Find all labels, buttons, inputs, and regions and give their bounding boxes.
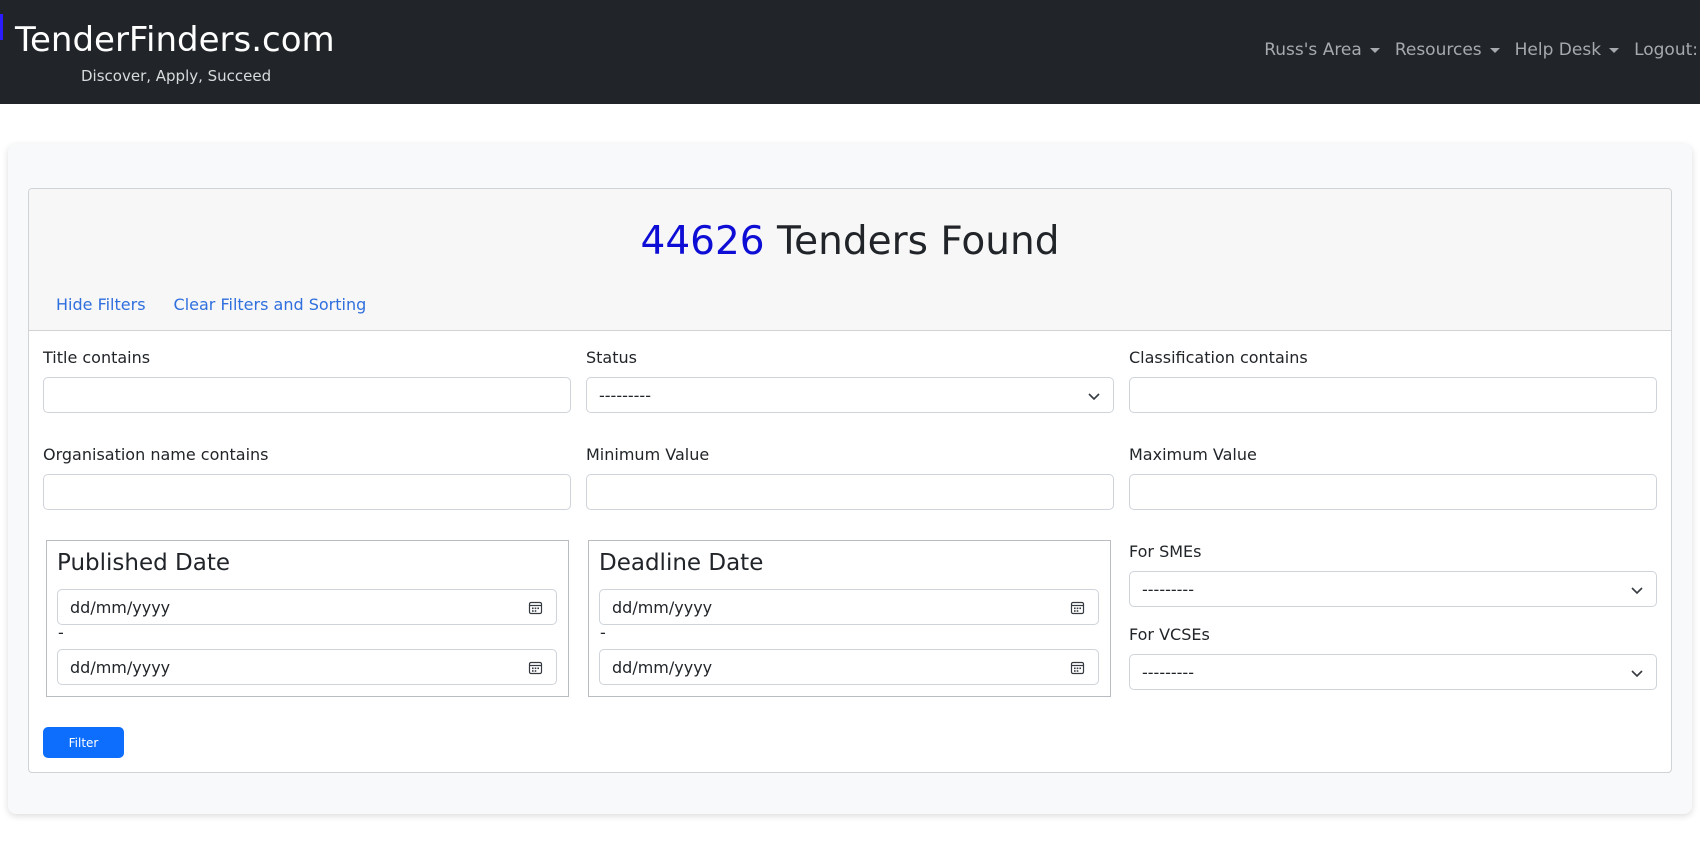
classification-contains-field: Classification contains (1129, 348, 1657, 413)
calendar-icon (528, 601, 543, 615)
nav-item-help-desk[interactable]: Help Desk (1514, 40, 1620, 60)
nav-item-russs-area[interactable]: Russ's Area (1264, 40, 1380, 60)
for-vcses-field: For VCSEs --------- (1129, 625, 1657, 690)
for-vcses-label: For VCSEs (1129, 625, 1210, 644)
caret-down-icon (1369, 47, 1380, 53)
status-label: Status (586, 348, 637, 367)
calendar-icon (1070, 661, 1085, 675)
for-smes-select[interactable]: --------- (1129, 571, 1657, 607)
published-date-to-input[interactable]: dd/mm/yyyy (57, 649, 557, 685)
for-smes-label: For SMEs (1129, 542, 1202, 561)
deadline-date-legend: Deadline Date (599, 550, 764, 576)
date-range-separator: - (58, 623, 64, 642)
minimum-value-label: Minimum Value (586, 445, 710, 464)
header-links: Hide Filters Clear Filters and Sorting (56, 295, 394, 314)
status-select[interactable]: --------- (586, 377, 1114, 413)
navbar-accent-mark (0, 14, 3, 40)
chevron-down-icon (1088, 393, 1100, 401)
top-navbar: TenderFinders.com Discover, Apply, Succe… (0, 0, 1700, 104)
results-heading: 44626 Tenders Found (29, 219, 1671, 264)
status-selected-value: --------- (599, 385, 651, 405)
deadline-date-to-input[interactable]: dd/mm/yyyy (599, 649, 1099, 685)
published-date-legend: Published Date (57, 550, 231, 576)
for-smes-selected-value: --------- (1142, 579, 1194, 599)
deadline-date-from-input[interactable]: dd/mm/yyyy (599, 589, 1099, 625)
nav-menu: Russ's Area Resources Help Desk Logout: (1249, 40, 1698, 60)
results-count: 44626 (640, 219, 765, 264)
title-contains-label: Title contains (43, 348, 151, 367)
for-vcses-select[interactable]: --------- (1129, 654, 1657, 690)
classification-contains-label: Classification contains (1129, 348, 1308, 367)
nav-item-label: Russ's Area (1264, 40, 1362, 60)
nav-item-label: Help Desk (1514, 40, 1602, 60)
title-contains-field: Title contains (43, 348, 571, 413)
hide-filters-link[interactable]: Hide Filters (56, 295, 146, 314)
clear-filters-link[interactable]: Clear Filters and Sorting (174, 295, 367, 314)
date-placeholder: dd/mm/yyyy (612, 657, 713, 677)
published-date-from-input[interactable]: dd/mm/yyyy (57, 589, 557, 625)
minimum-value-input[interactable] (586, 474, 1114, 510)
date-placeholder: dd/mm/yyyy (70, 597, 171, 617)
deadline-date-group: Deadline Date dd/mm/yyyy - dd/mm/yyyy (588, 540, 1111, 697)
calendar-icon (1070, 601, 1085, 615)
organisation-contains-input[interactable] (43, 474, 571, 510)
title-contains-input[interactable] (43, 377, 571, 413)
minimum-value-field: Minimum Value (586, 445, 1114, 510)
organisation-contains-field: Organisation name contains (43, 445, 571, 510)
for-vcses-selected-value: --------- (1142, 662, 1194, 682)
maximum-value-label: Maximum Value (1129, 445, 1257, 464)
classification-contains-input[interactable] (1129, 377, 1657, 413)
nav-item-resources[interactable]: Resources (1395, 40, 1500, 60)
date-placeholder: dd/mm/yyyy (612, 597, 713, 617)
nav-item-label: Resources (1394, 40, 1482, 60)
date-range-separator: - (600, 623, 606, 642)
results-label: Tenders Found (776, 219, 1060, 264)
caret-down-icon (1489, 47, 1500, 53)
for-smes-field: For SMEs --------- (1129, 542, 1657, 607)
date-placeholder: dd/mm/yyyy (70, 657, 171, 677)
caret-down-icon (1609, 47, 1620, 53)
brand-title[interactable]: TenderFinders.com (15, 20, 335, 60)
filter-button[interactable]: Filter (43, 727, 124, 758)
status-field: Status --------- (586, 348, 1114, 413)
maximum-value-field: Maximum Value (1129, 445, 1657, 510)
chevron-down-icon (1631, 670, 1643, 678)
chevron-down-icon (1631, 587, 1643, 595)
card-header: 44626 Tenders Found Hide Filters Clear F… (29, 189, 1671, 331)
nav-item-logout[interactable]: Logout: (1634, 40, 1698, 60)
brand-tagline: Discover, Apply, Succeed (81, 67, 272, 85)
published-date-group: Published Date dd/mm/yyyy - dd/mm/yyyy (46, 540, 569, 697)
calendar-icon (528, 661, 543, 675)
organisation-contains-label: Organisation name contains (43, 445, 269, 464)
nav-item-label: Logout: (1634, 40, 1698, 60)
maximum-value-input[interactable] (1129, 474, 1657, 510)
